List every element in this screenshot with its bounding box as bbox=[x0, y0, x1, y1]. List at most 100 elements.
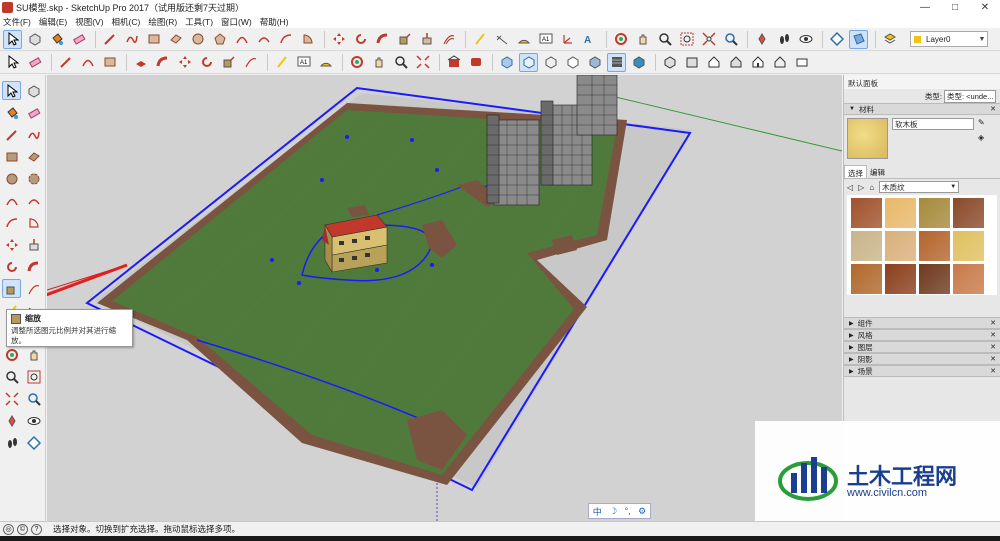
wireframe-button[interactable] bbox=[541, 53, 560, 72]
maximize-button[interactable]: □ bbox=[940, 0, 970, 15]
select-tool[interactable] bbox=[2, 81, 21, 100]
model-viewport[interactable] bbox=[47, 75, 842, 521]
material-swatch[interactable] bbox=[851, 264, 882, 294]
offset-tool-button[interactable] bbox=[439, 30, 458, 49]
close-icon[interactable]: ✕ bbox=[990, 331, 996, 339]
rotated-rectangle-tool[interactable] bbox=[24, 147, 43, 166]
select-tool-button[interactable] bbox=[3, 29, 22, 49]
scale-tool-button[interactable] bbox=[395, 30, 414, 49]
zoom-window-tool[interactable] bbox=[24, 367, 43, 386]
three-point-arc-tool[interactable] bbox=[2, 213, 21, 232]
material-swatch[interactable] bbox=[885, 264, 916, 294]
arc-dropdown-button[interactable] bbox=[78, 53, 97, 72]
material-swatch[interactable] bbox=[851, 231, 882, 261]
xray-style-button[interactable] bbox=[497, 53, 516, 72]
library-select[interactable]: 木质纹 ▼ bbox=[879, 181, 960, 193]
make-component-button[interactable] bbox=[25, 30, 44, 49]
walk-tool[interactable] bbox=[2, 433, 21, 452]
arc-tool[interactable] bbox=[2, 191, 21, 210]
menu-edit[interactable]: 编辑(E) bbox=[39, 16, 67, 28]
close-button[interactable]: ✕ bbox=[970, 0, 1000, 15]
freehand-tool[interactable] bbox=[24, 125, 43, 144]
previous-view-button[interactable] bbox=[721, 30, 740, 49]
back-edges-button[interactable] bbox=[519, 52, 538, 72]
pie-tool-button[interactable] bbox=[298, 30, 317, 49]
material-swatch[interactable] bbox=[953, 264, 984, 294]
warehouse-button[interactable] bbox=[444, 53, 463, 72]
punctuation-icon[interactable]: °, bbox=[625, 506, 631, 516]
select-tool-button-2[interactable] bbox=[3, 53, 22, 72]
tab-select[interactable]: 选择 bbox=[844, 165, 867, 178]
paint-bucket-tool[interactable] bbox=[2, 103, 21, 122]
zoom-window-button[interactable] bbox=[677, 30, 696, 49]
offset-tool-button-2[interactable] bbox=[241, 53, 260, 72]
tab-edit[interactable]: 编辑 bbox=[867, 165, 888, 178]
axes-tool-button[interactable] bbox=[558, 30, 577, 49]
rotate-tool[interactable] bbox=[2, 257, 21, 276]
layer-manager-button[interactable] bbox=[880, 30, 899, 49]
polygon-tool-button[interactable] bbox=[210, 30, 229, 49]
menu-help[interactable]: 帮助(H) bbox=[260, 16, 289, 28]
push-pull-button[interactable] bbox=[417, 30, 436, 49]
tray-section-header[interactable]: ▶ 组件 ✕ bbox=[844, 317, 1000, 329]
move-tool-button[interactable] bbox=[329, 30, 348, 49]
protractor-button[interactable] bbox=[514, 30, 533, 49]
rectangle-tool[interactable] bbox=[2, 147, 21, 166]
menu-file[interactable]: 文件(F) bbox=[3, 16, 31, 28]
rotate-tool-button[interactable] bbox=[351, 30, 370, 49]
move-tool-button-2[interactable] bbox=[175, 53, 194, 72]
help-icon[interactable]: ? bbox=[31, 523, 42, 535]
close-icon[interactable]: ✕ bbox=[990, 355, 996, 363]
orbit-tool-button-2[interactable] bbox=[347, 53, 366, 72]
layer-dropdown[interactable]: Layer0 ▼ bbox=[910, 31, 988, 47]
move-tool[interactable] bbox=[2, 235, 21, 254]
zoom-extents-button[interactable] bbox=[699, 30, 718, 49]
position-camera-button[interactable] bbox=[752, 30, 771, 49]
close-icon[interactable]: ✕ bbox=[990, 343, 996, 351]
credits-icon[interactable]: © bbox=[17, 523, 28, 535]
shaded-button[interactable] bbox=[585, 53, 604, 72]
rotate-tool-button-2[interactable] bbox=[197, 53, 216, 72]
push-pull-button-2[interactable] bbox=[131, 53, 150, 72]
pie-tool[interactable] bbox=[24, 213, 43, 232]
freehand-tool-button[interactable] bbox=[122, 30, 141, 49]
polygon-tool[interactable] bbox=[24, 169, 43, 188]
ime-toolbar[interactable]: 中 ☽ °, ⚙ bbox=[588, 503, 651, 519]
look-around-tool[interactable] bbox=[24, 411, 43, 430]
close-icon[interactable]: ✕ bbox=[990, 105, 996, 113]
circle-tool[interactable] bbox=[2, 169, 21, 188]
menu-camera[interactable]: 相机(C) bbox=[112, 16, 141, 28]
zoom-extents-tool[interactable] bbox=[2, 389, 21, 408]
display-section-button[interactable] bbox=[849, 29, 868, 49]
menu-draw[interactable]: 绘图(R) bbox=[148, 16, 177, 28]
material-swatch[interactable] bbox=[953, 231, 984, 261]
materials-section-header[interactable]: ▼ 材料 ✕ bbox=[844, 103, 1000, 115]
hidden-line-button[interactable] bbox=[563, 53, 582, 72]
position-camera-tool[interactable] bbox=[2, 411, 21, 430]
walk-tool-button[interactable] bbox=[774, 30, 793, 49]
text-tool-button-2[interactable]: A1 bbox=[294, 53, 313, 72]
eraser-button[interactable] bbox=[69, 30, 88, 49]
moon-icon[interactable]: ☽ bbox=[609, 506, 617, 517]
geo-location-icon[interactable]: ◎ bbox=[3, 523, 14, 535]
follow-me-button-2[interactable] bbox=[153, 53, 172, 72]
create-material-icon[interactable]: ◈ bbox=[978, 133, 985, 142]
two-point-arc-tool[interactable] bbox=[24, 191, 43, 210]
two-point-arc-button[interactable] bbox=[254, 30, 273, 49]
tape-measure-button-2[interactable] bbox=[272, 53, 291, 72]
eraser-tool[interactable] bbox=[24, 103, 43, 122]
follow-me-tool[interactable] bbox=[24, 257, 43, 276]
back-view-button[interactable] bbox=[748, 53, 767, 72]
section-plane-button[interactable] bbox=[827, 30, 846, 49]
ime-chinese[interactable]: 中 bbox=[593, 505, 602, 518]
material-swatch[interactable] bbox=[885, 198, 916, 228]
pan-tool-button[interactable] bbox=[633, 30, 652, 49]
material-swatch[interactable] bbox=[851, 198, 882, 228]
protractor-button-2[interactable] bbox=[316, 53, 335, 72]
three-point-arc-button[interactable] bbox=[276, 30, 295, 49]
zoom-tool-button[interactable] bbox=[655, 30, 674, 49]
tray-section-header[interactable]: ▶ 图层 ✕ bbox=[844, 341, 1000, 353]
circle-tool-button[interactable] bbox=[188, 30, 207, 49]
line-tool-button[interactable] bbox=[100, 30, 119, 49]
tray-section-header[interactable]: ▶ 场景 ✕ bbox=[844, 365, 1000, 377]
